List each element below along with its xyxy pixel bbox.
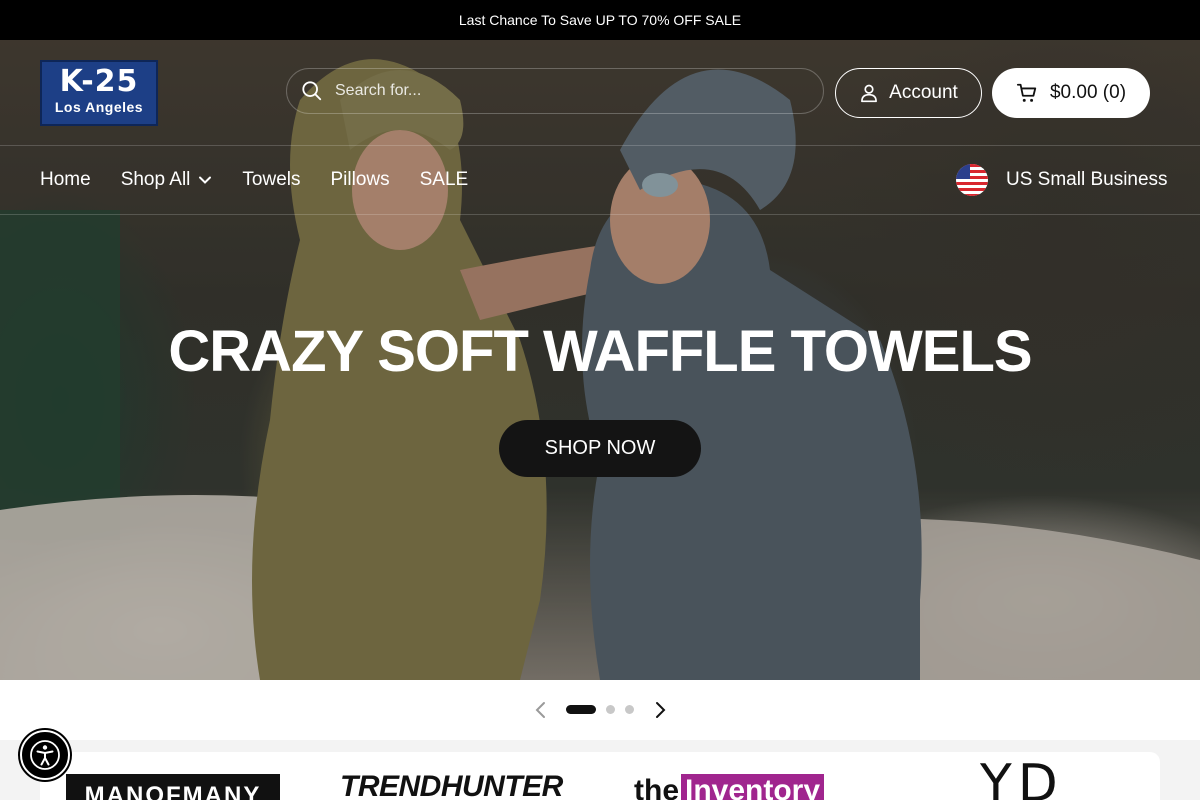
user-icon bbox=[861, 84, 878, 103]
nav-label: SALE bbox=[419, 169, 469, 190]
slider-controls bbox=[0, 680, 1200, 740]
search-bar[interactable] bbox=[286, 68, 824, 114]
yd-logo: YD bbox=[980, 754, 1064, 800]
us-small-business-badge[interactable]: US Small Business bbox=[952, 164, 1168, 196]
announcement-text: Last Chance To Save UP TO 70% OFF SALE bbox=[458, 12, 742, 28]
site-logo[interactable]: K-25 Los Angeles bbox=[40, 60, 158, 126]
nav-label: Towels bbox=[242, 169, 301, 190]
chevron-down-icon bbox=[199, 176, 212, 184]
account-button[interactable]: Account bbox=[835, 68, 982, 118]
inventory-the-text: the bbox=[634, 774, 679, 800]
logo-main-text: K-25 bbox=[59, 64, 139, 99]
account-label: Account bbox=[889, 82, 958, 103]
chevron-right-icon[interactable] bbox=[650, 700, 670, 720]
shop-now-label: SHOP NOW bbox=[544, 437, 656, 459]
nav-item-pillows[interactable]: Pillows bbox=[331, 169, 390, 191]
yd-text: YD bbox=[980, 754, 1064, 800]
manofmany-logo: MANOFMANY bbox=[66, 774, 280, 800]
accessibility-button[interactable] bbox=[20, 730, 70, 780]
header-divider bbox=[0, 145, 1200, 146]
announcement-bar: Last Chance To Save UP TO 70% OFF SALE bbox=[0, 0, 1200, 40]
us-flag-icon bbox=[956, 164, 988, 196]
nav-item-towels[interactable]: Towels bbox=[242, 169, 300, 191]
chevron-left-icon[interactable] bbox=[531, 700, 551, 720]
trendhunter-logo: TRENDHUNTER bbox=[340, 770, 563, 800]
slide-dot-active[interactable] bbox=[566, 705, 596, 714]
slide-dot[interactable] bbox=[606, 705, 615, 714]
logo-sub-text: Los Angeles bbox=[54, 99, 144, 115]
search-input[interactable] bbox=[335, 82, 795, 100]
nav-item-home[interactable]: Home bbox=[40, 169, 91, 191]
manofmany-text: MANOFMANY bbox=[84, 782, 262, 800]
press-logos-card: MANOFMANY TRENDHUNTER the Inventory YD bbox=[40, 752, 1160, 800]
hero-title: CRAZY SOFT WAFFLE TOWELS bbox=[168, 319, 1032, 384]
shop-now-button[interactable]: SHOP NOW bbox=[499, 420, 701, 477]
nav-item-sale[interactable]: SALE bbox=[420, 169, 469, 191]
nav-label: Home bbox=[40, 169, 91, 190]
accessibility-icon bbox=[30, 740, 60, 770]
cart-button[interactable]: $0.00 (0) bbox=[992, 68, 1150, 118]
main-nav: Home Shop All Towels Pillows SALE bbox=[40, 166, 468, 194]
nav-label: Shop All bbox=[120, 169, 191, 190]
search-icon[interactable] bbox=[301, 80, 323, 102]
nav-item-shop-all[interactable]: Shop All bbox=[121, 169, 213, 191]
trendhunter-text: TRENDHUNTER bbox=[340, 770, 563, 800]
nav-divider bbox=[0, 214, 1200, 215]
inventory-logo: the Inventory bbox=[634, 774, 825, 800]
slide-dot[interactable] bbox=[625, 705, 634, 714]
inventory-main-text: Inventory bbox=[681, 774, 825, 800]
cart-icon bbox=[1016, 83, 1037, 102]
nav-label: Pillows bbox=[330, 169, 390, 190]
cart-total: $0.00 (0) bbox=[1049, 82, 1127, 103]
badge-label: US Small Business bbox=[1006, 169, 1168, 190]
